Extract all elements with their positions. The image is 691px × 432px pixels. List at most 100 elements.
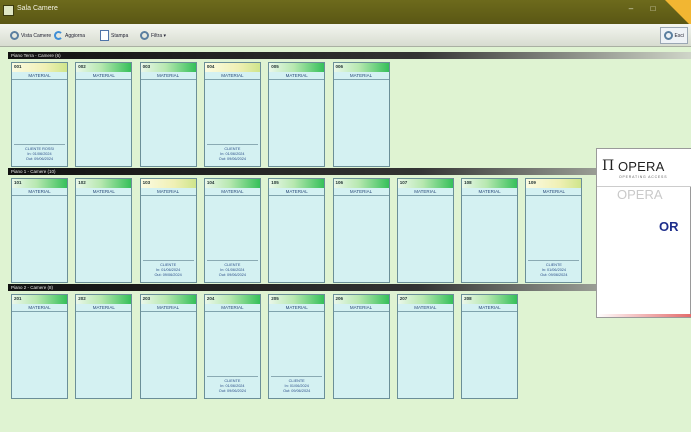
room-status-header: 105	[269, 179, 325, 188]
room-card-206[interactable]: 206 MATERIAL	[332, 294, 390, 399]
booking-info-line: Out: 09/06/2024	[218, 157, 246, 161]
room-status-header: 101	[12, 179, 67, 188]
room-status-header: 106	[333, 179, 389, 188]
room-card-005[interactable]: 005 MATERIAL	[268, 62, 326, 167]
room-label: MATERIAL	[526, 188, 582, 196]
room-number: 206	[335, 296, 344, 301]
booking-info-line: Out: 09/06/2024	[154, 273, 182, 277]
room-number: 004	[206, 64, 215, 69]
room-card-101[interactable]: 101 MATERIAL	[11, 178, 68, 283]
room-booking-info: CLIENTE In: 01/06/2024 Out: 09/06/2024	[206, 260, 258, 278]
room-card-004[interactable]: 004 MATERIAL CLIENTE In: 01/06/2024 Out: 09/…	[203, 62, 261, 167]
section-header: Piano Terra - Camere (6)	[8, 52, 691, 59]
logo-tagline: OPERATING ACCESS	[619, 175, 668, 179]
room-label: MATERIAL	[140, 72, 196, 80]
room-status-header: 103	[140, 179, 196, 188]
room-label: MATERIAL	[397, 188, 453, 196]
room-card-201[interactable]: 201 MATERIAL	[11, 294, 68, 399]
room-card-202[interactable]: 202 MATERIAL	[75, 294, 133, 399]
filter-search-icon	[140, 31, 149, 40]
room-card-102[interactable]: 102 MATERIAL	[75, 178, 133, 283]
booking-info-line: Out: 09/06/2024	[218, 273, 246, 277]
exit-button[interactable]: Esci	[659, 27, 688, 44]
room-label: MATERIAL	[76, 72, 132, 80]
room-status-header: 006	[333, 63, 389, 72]
document-icon	[100, 30, 109, 41]
room-number: 106	[335, 180, 344, 185]
room-number: 101	[14, 180, 22, 185]
room-status-header: 107	[397, 179, 453, 188]
refresh-button[interactable]: Aggiorna	[50, 27, 89, 44]
room-number: 002	[78, 64, 86, 69]
room-number: 102	[78, 180, 86, 185]
room-label: MATERIAL	[333, 72, 389, 80]
room-status-header: 207	[397, 295, 453, 304]
room-card-108[interactable]: 108 MATERIAL	[461, 178, 519, 283]
overlay-accent-bar	[597, 314, 691, 317]
filter-button[interactable]: Filtra ▾	[136, 27, 170, 44]
room-status-header: 001	[12, 63, 67, 72]
room-label: MATERIAL	[12, 72, 67, 80]
room-booking-info: CLIENTE In: 01/06/2024 Out: 09/06/2024	[142, 260, 194, 278]
section-header: Piano 1 - Camere (10)	[8, 168, 691, 175]
room-number: 109	[528, 180, 536, 185]
brand-overlay: Π OPERA OPERATING ACCESS OPERA OR	[596, 148, 691, 318]
room-card-105[interactable]: 105 MATERIAL	[268, 178, 326, 283]
room-card-104[interactable]: 104 MATERIAL CLIENTE In: 01/06/2024 Out: 09/…	[203, 178, 261, 283]
room-card-002[interactable]: 002 MATERIAL	[75, 62, 133, 167]
room-card-203[interactable]: 203 MATERIAL	[139, 294, 197, 399]
room-status-header: 204	[204, 295, 260, 304]
room-number: 208	[464, 296, 472, 301]
print-label: Stampa	[111, 32, 129, 39]
room-number: 204	[206, 296, 215, 301]
search-icon	[10, 31, 19, 40]
room-card-208[interactable]: 208 MATERIAL	[461, 294, 519, 399]
room-status-header: 002	[76, 63, 132, 72]
room-label: MATERIAL	[333, 188, 389, 196]
room-card-106[interactable]: 106 MATERIAL	[332, 178, 390, 283]
room-label: MATERIAL	[12, 304, 67, 312]
room-label: MATERIAL	[204, 72, 260, 80]
room-number: 105	[271, 180, 279, 185]
room-number: 103	[142, 180, 151, 185]
room-status-header: 003	[140, 63, 196, 72]
room-card-207[interactable]: 207 MATERIAL	[396, 294, 454, 399]
room-card-205[interactable]: 205 MATERIAL CLIENTE In: 01/06/2024 Out: 09/…	[268, 294, 326, 399]
section-header: Piano 2 - Camere (8)	[8, 284, 691, 291]
room-number: 001	[14, 64, 22, 69]
room-card-103[interactable]: 103 MATERIAL CLIENTE In: 01/06/2024 Out: 09/…	[139, 178, 197, 283]
filter-label: Filtra ▾	[151, 32, 167, 39]
room-card-006[interactable]: 006 MATERIAL	[332, 62, 390, 167]
maximize-button[interactable]: □	[646, 4, 660, 14]
print-button[interactable]: Stampa	[96, 27, 132, 44]
room-card-003[interactable]: 003 MATERIAL	[139, 62, 197, 167]
ghost-text: OPERA	[617, 187, 663, 202]
view-rooms-button[interactable]: Vista Camere	[6, 27, 55, 44]
brand-text: OR	[659, 219, 679, 234]
corner-badge	[665, 0, 691, 26]
room-card-107[interactable]: 107 MATERIAL	[396, 178, 454, 283]
room-label: MATERIAL	[12, 188, 67, 196]
room-card-109[interactable]: 109 MATERIAL CLIENTE In: 01/06/2024 Out: 09/…	[525, 178, 583, 283]
room-label: MATERIAL	[269, 72, 325, 80]
room-booking-info: CLIENTE ROSSI In: 01/06/2024 Out: 09/06/20…	[14, 144, 65, 162]
room-card-001[interactable]: 001 MATERIAL CLIENTE ROSSI In: 01/06/2024 Ou…	[11, 62, 68, 167]
room-status-header: 208	[462, 295, 518, 304]
minimize-button[interactable]: –	[624, 4, 638, 14]
opera-logo-icon: Π	[602, 158, 615, 174]
room-number: 005	[271, 64, 279, 69]
room-status-header: 102	[76, 179, 132, 188]
room-number: 207	[399, 296, 408, 301]
toolbar: Vista Camere Aggiorna Stampa Filtra ▾ Es…	[0, 24, 691, 47]
room-label: MATERIAL	[204, 188, 260, 196]
view-rooms-label: Vista Camere	[21, 32, 52, 39]
logo-strip: Π OPERA OPERATING ACCESS	[597, 149, 691, 187]
room-number: 006	[335, 64, 344, 69]
room-number: 202	[78, 296, 86, 301]
room-card-204[interactable]: 204 MATERIAL CLIENTE In: 01/06/2024 Out: 09/…	[203, 294, 261, 399]
room-number: 201	[14, 296, 22, 301]
room-booking-info: CLIENTE In: 01/06/2024 Out: 09/06/2024	[528, 260, 580, 278]
room-label: MATERIAL	[140, 188, 196, 196]
room-number: 107	[399, 180, 408, 185]
window-title: Sala Camere	[17, 5, 58, 12]
